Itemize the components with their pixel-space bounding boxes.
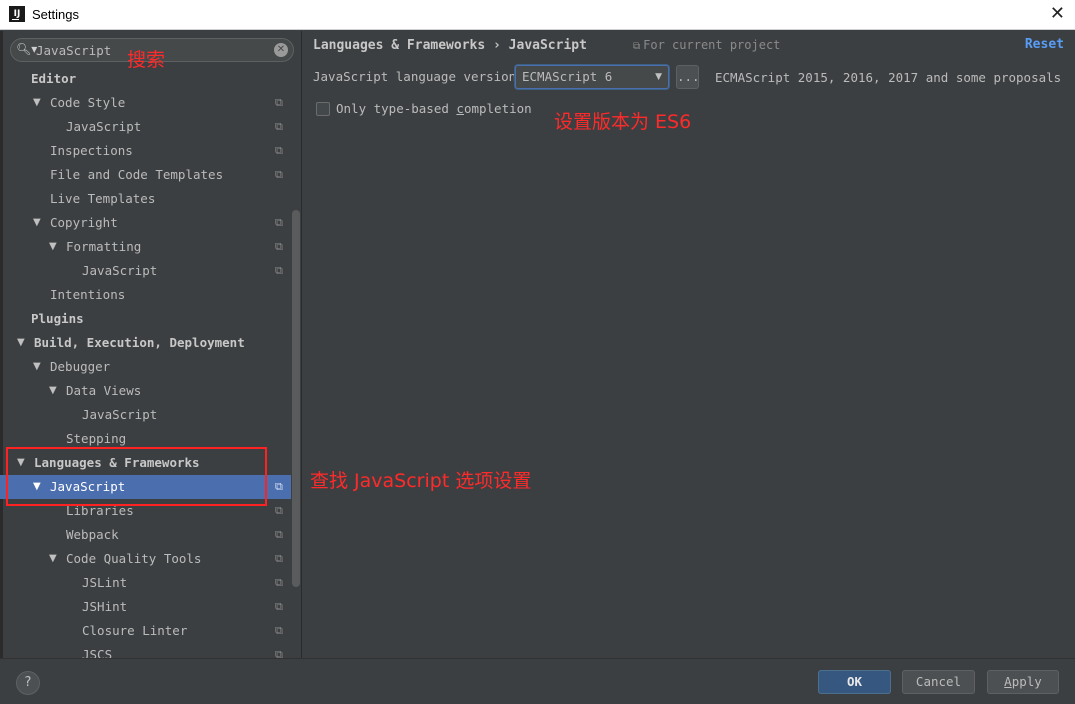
- tree-item[interactable]: Closure Linter ⧉: [0, 619, 291, 643]
- tree-item-label: File and Code Templates: [50, 167, 224, 182]
- project-scope-icon: ⧉: [275, 624, 283, 637]
- annotation-find-javascript: 查找 JavaScript 选项设置: [310, 470, 532, 492]
- tree-item[interactable]: Inspections ⧉: [0, 139, 291, 163]
- project-scope-icon: ⧉: [633, 41, 641, 52]
- language-version-value: ECMAScript 6: [522, 69, 613, 84]
- project-scope-icon: ⧉: [275, 552, 283, 565]
- project-scope-icon: ⧉: [275, 648, 283, 658]
- expand-arrow-icon[interactable]: ▼: [49, 235, 57, 259]
- project-scope-icon: ⧉: [275, 168, 283, 181]
- expand-arrow-icon[interactable]: ▼: [49, 547, 57, 571]
- tree-scrollbar[interactable]: [292, 210, 300, 587]
- project-scope-icon: ⧉: [275, 264, 283, 277]
- breadcrumb: Languages & Frameworks › JavaScript: [313, 38, 587, 53]
- intellij-app-icon: IJ: [9, 6, 25, 22]
- tree-item[interactable]: Intentions: [0, 283, 291, 307]
- project-scope-icon: ⧉: [275, 240, 283, 253]
- help-button[interactable]: ?: [16, 671, 40, 695]
- project-scope-icon: ⧉: [275, 528, 283, 541]
- project-scope-icon: ⧉: [275, 480, 283, 493]
- tree-item-label: Plugins: [31, 311, 84, 326]
- expand-arrow-icon[interactable]: ▼: [33, 211, 41, 235]
- clear-search-icon[interactable]: ✕: [274, 43, 288, 57]
- tree-item[interactable]: JavaScript ⧉: [0, 115, 291, 139]
- window-title: Settings: [32, 7, 79, 22]
- tree-item-label: JSCS: [82, 647, 113, 658]
- tree-item-label: Code Quality Tools: [66, 551, 202, 566]
- type-based-completion-label[interactable]: Only type-based completion: [336, 101, 532, 116]
- tree-item-label: JavaScript: [66, 119, 142, 134]
- tree-item[interactable]: ▼ Code Quality Tools ⧉: [0, 547, 291, 571]
- tree-item[interactable]: ▼ Copyright ⧉: [0, 211, 291, 235]
- tree-item[interactable]: JSHint ⧉: [0, 595, 291, 619]
- tree-item-label: JavaScript: [82, 407, 158, 422]
- tree-item-label: Closure Linter: [82, 623, 188, 638]
- tree-item-label: JavaScript: [82, 263, 158, 278]
- tree-item[interactable]: ▼ Data Views: [0, 379, 291, 403]
- tree-item-label: Build, Execution, Deployment: [34, 335, 245, 350]
- tree-item[interactable]: JavaScript: [0, 403, 291, 427]
- settings-tree-panel: 🔍︎▾ ✕ Editor▼Code Style⧉JavaScript⧉Inspe…: [0, 31, 302, 658]
- tree-item[interactable]: ▼ Debugger: [0, 355, 291, 379]
- tree-item[interactable]: Webpack ⧉: [0, 523, 291, 547]
- scope-label: ⧉ For current project: [633, 38, 780, 52]
- expand-arrow-icon[interactable]: ▼: [49, 379, 57, 403]
- reset-link[interactable]: Reset: [1025, 37, 1064, 52]
- language-version-label: JavaScript language version: [313, 69, 517, 84]
- tree-item-label: Intentions: [50, 287, 126, 302]
- project-scope-icon: ⧉: [275, 216, 283, 229]
- title-bar: IJ Settings ✕: [0, 0, 1075, 30]
- checkbox-label-pre: Only type-based: [336, 101, 457, 116]
- tree-item[interactable]: Plugins: [0, 307, 291, 331]
- apply-button[interactable]: Apply: [987, 670, 1059, 694]
- type-based-completion-checkbox[interactable]: [316, 102, 330, 116]
- apply-mnemonic: A: [1004, 674, 1012, 689]
- ok-button[interactable]: OK: [818, 670, 891, 694]
- tree-item-label: Editor: [31, 71, 77, 86]
- expand-arrow-icon[interactable]: ▼: [33, 355, 41, 379]
- annotation-highlight-box: [6, 447, 267, 506]
- window-close-icon[interactable]: ✕: [1050, 3, 1065, 24]
- tree-item[interactable]: ▼ Formatting ⧉: [0, 235, 291, 259]
- tree-item-label: Formatting: [66, 239, 142, 254]
- checkbox-label-post: ompletion: [463, 101, 532, 116]
- project-scope-icon: ⧉: [275, 576, 283, 589]
- search-icon[interactable]: 🔍︎▾: [16, 42, 37, 56]
- tree-item-label: Debugger: [50, 359, 111, 374]
- chevron-down-icon: ▼: [655, 72, 662, 82]
- tree-item-label: Code Style: [50, 95, 126, 110]
- project-scope-icon: ⧉: [275, 504, 283, 517]
- cancel-button[interactable]: Cancel: [902, 670, 975, 694]
- project-scope-icon: ⧉: [275, 120, 283, 133]
- scope-text: For current project: [643, 38, 781, 52]
- language-version-more-button[interactable]: ...: [676, 65, 700, 89]
- tree-item-label: Copyright: [50, 215, 118, 230]
- tree-item-label: JSLint: [82, 575, 128, 590]
- tree-item[interactable]: JSLint ⧉: [0, 571, 291, 595]
- project-scope-icon: ⧉: [275, 600, 283, 613]
- apply-label-rest: pply: [1011, 674, 1042, 689]
- expand-arrow-icon[interactable]: ▼: [33, 91, 41, 115]
- language-version-description: ECMAScript 2015, 2016, 2017 and some pro…: [715, 70, 1062, 85]
- annotation-search: 搜索: [127, 49, 166, 71]
- tree-item[interactable]: JSCS ⧉: [0, 643, 291, 658]
- language-version-select[interactable]: ECMAScript 6 ▼: [515, 65, 669, 89]
- project-scope-icon: ⧉: [275, 96, 283, 109]
- dialog-button-bar: ? OK Cancel Apply: [0, 658, 1075, 704]
- tree-item[interactable]: ▼ Build, Execution, Deployment: [0, 331, 291, 355]
- tree-item-label: JSHint: [82, 599, 128, 614]
- project-scope-icon: ⧉: [275, 144, 283, 157]
- settings-tree: Editor ▼ Code Style ⧉ JavaScript ⧉ Inspections…: [0, 67, 291, 658]
- annotation-version: 设置版本为 ES6: [554, 111, 692, 133]
- checkbox-label-mnemonic: c: [456, 101, 464, 116]
- tree-item-label: Webpack: [66, 527, 119, 542]
- tree-item-label: Live Templates: [50, 191, 156, 206]
- tree-item-label: Inspections: [50, 143, 133, 158]
- expand-arrow-icon[interactable]: ▼: [17, 331, 25, 355]
- tree-item[interactable]: JavaScript ⧉: [0, 259, 291, 283]
- tree-item[interactable]: Live Templates: [0, 187, 291, 211]
- tree-item[interactable]: ▼ Code Style ⧉: [0, 91, 291, 115]
- tree-item-label: Data Views: [66, 383, 142, 398]
- tree-item[interactable]: File and Code Templates ⧉: [0, 163, 291, 187]
